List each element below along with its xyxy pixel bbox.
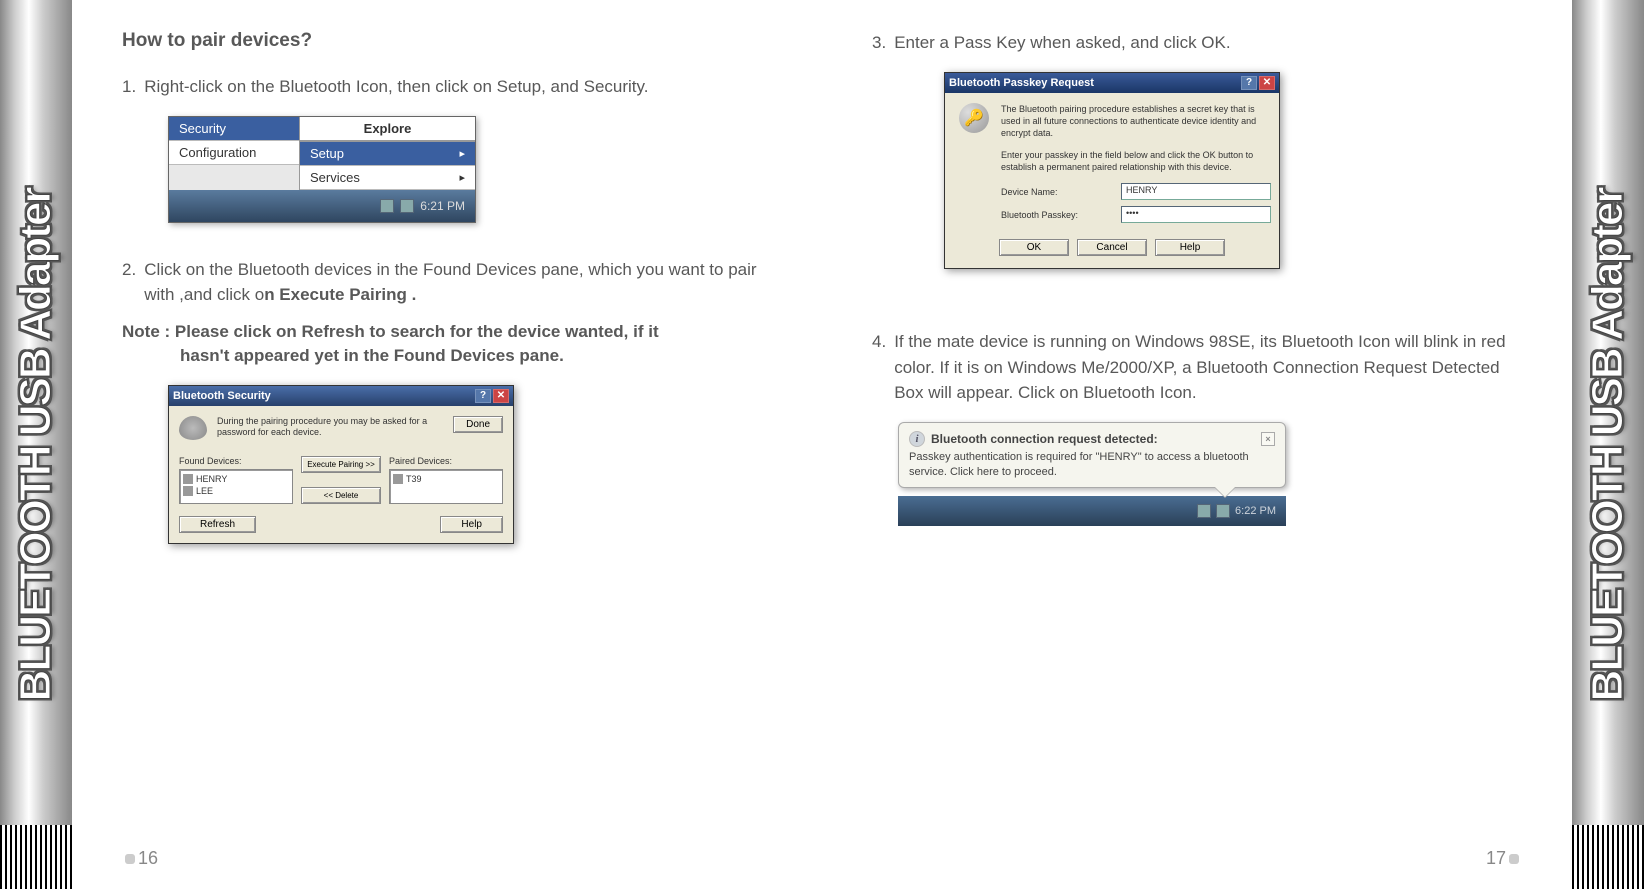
delete-button[interactable]: << Delete xyxy=(301,487,381,504)
balloon-tooltip[interactable]: i Bluetooth connection request detected:… xyxy=(898,422,1286,489)
paired-devices-label: Paired Devices: xyxy=(389,456,503,466)
step-text: Enter a Pass Key when asked, and click O… xyxy=(894,30,1522,56)
figure-tray-menu: Security Configuration Explore Setup Ser… xyxy=(168,116,772,223)
dialog-titlebar: Bluetooth Passkey Request ? ✕ xyxy=(945,73,1279,93)
step-text: Right-click on the Bluetooth Icon, then … xyxy=(144,74,772,100)
step-number: 3. xyxy=(872,30,886,56)
device-icon xyxy=(183,474,193,484)
side-title-left: BLUETOOTH USB Adapter xyxy=(11,188,61,701)
section-heading: How to pair devices? xyxy=(122,30,772,52)
note-line-1: Please click on Refresh to search for th… xyxy=(175,322,659,341)
step-3: 3. Enter a Pass Key when asked, and clic… xyxy=(872,30,1522,56)
tray-icon xyxy=(380,199,394,213)
help-button[interactable]: Help xyxy=(440,516,503,533)
step-2: 2. Click on the Bluetooth devices in the… xyxy=(122,257,772,308)
list-item[interactable]: HENRY xyxy=(183,473,289,485)
taskbar: 6:22 PM xyxy=(898,496,1286,526)
taskbar-clock: 6:22 PM xyxy=(1235,505,1276,517)
menu-item-setup[interactable]: Setup xyxy=(300,142,475,166)
note-label: Note : xyxy=(122,322,175,341)
titlebar-help-button[interactable]: ? xyxy=(475,389,491,403)
dialog-description: During the pairing procedure you may be … xyxy=(217,416,443,439)
note-line-2: hasn't appeared yet in the Found Devices… xyxy=(122,344,772,369)
balloon-heading: Bluetooth connection request detected: xyxy=(931,432,1158,446)
dialog-title: Bluetooth Passkey Request xyxy=(949,77,1094,89)
dialog-title: Bluetooth Security xyxy=(173,390,271,402)
passkey-label: Bluetooth Passkey: xyxy=(1001,210,1101,220)
taskbar-clock: 6:21 PM xyxy=(420,199,465,213)
page-number-left: 16 xyxy=(122,848,158,869)
step-4: 4. If the mate device is running on Wind… xyxy=(872,329,1522,406)
cancel-button[interactable]: Cancel xyxy=(1077,239,1147,256)
key-icon: 🔑 xyxy=(959,103,989,133)
step-number: 1. xyxy=(122,74,136,100)
left-decor-border: BLUETOOTH USB Adapter xyxy=(0,0,72,889)
step-text: If the mate device is running on Windows… xyxy=(894,329,1522,406)
menu-item-services[interactable]: Services xyxy=(300,166,475,190)
done-button[interactable]: Done xyxy=(453,416,503,433)
menu-item-security[interactable]: Security xyxy=(169,117,299,141)
tray-menu-screenshot: Security Configuration Explore Setup Ser… xyxy=(168,116,476,223)
list-item[interactable]: LEE xyxy=(183,485,289,497)
ok-button[interactable]: OK xyxy=(999,239,1069,256)
execute-pairing-button[interactable]: Execute Pairing >> xyxy=(301,456,381,473)
device-icon xyxy=(393,474,403,484)
page-right: 3. Enter a Pass Key when asked, and clic… xyxy=(822,0,1572,889)
page-bullet-icon xyxy=(1509,854,1519,864)
list-item[interactable]: T39 xyxy=(393,473,499,485)
menu-item-explore[interactable]: Explore xyxy=(300,117,475,142)
tray-bluetooth-icon[interactable] xyxy=(400,199,414,213)
balloon-body: Passkey authentication is required for "… xyxy=(909,450,1275,480)
dialog-titlebar: Bluetooth Security ? ✕ xyxy=(169,386,513,406)
taskbar: 6:21 PM xyxy=(169,190,475,222)
passkey-para-2: Enter your passkey in the field below an… xyxy=(1001,149,1271,173)
figure-passkey-dialog: Bluetooth Passkey Request ? ✕ 🔑 The Blue… xyxy=(918,72,1522,270)
menu-item-configuration[interactable]: Configuration xyxy=(169,141,299,165)
device-name-label: Device Name: xyxy=(1001,187,1101,197)
figure-bluetooth-security: Bluetooth Security ? ✕ During the pairin… xyxy=(168,385,772,544)
figure-balloon: i Bluetooth connection request detected:… xyxy=(898,422,1522,527)
device-name-input[interactable]: HENRY xyxy=(1121,183,1271,200)
content-area: How to pair devices? 1. Right-click on t… xyxy=(72,0,1572,889)
right-decor-border: BLUETOOTH USB Adapter xyxy=(1572,0,1644,889)
tray-bluetooth-icon[interactable] xyxy=(1216,504,1230,518)
side-title-right: BLUETOOTH USB Adapter xyxy=(1583,188,1633,701)
titlebar-close-button[interactable]: ✕ xyxy=(1259,76,1275,90)
found-devices-list[interactable]: HENRY LEE xyxy=(179,469,293,504)
found-devices-label: Found Devices: xyxy=(179,456,293,466)
help-button[interactable]: Help xyxy=(1155,239,1225,256)
titlebar-help-button[interactable]: ? xyxy=(1241,76,1257,90)
bluetooth-icon xyxy=(179,416,207,440)
page-number-right: 17 xyxy=(1486,848,1522,869)
passkey-input[interactable]: •••• xyxy=(1121,206,1271,223)
page-bullet-icon xyxy=(125,854,135,864)
page-left: How to pair devices? 1. Right-click on t… xyxy=(72,0,822,889)
step-number: 4. xyxy=(872,329,886,406)
step-number: 2. xyxy=(122,257,136,308)
titlebar-close-button[interactable]: ✕ xyxy=(493,389,509,403)
paired-devices-list[interactable]: T39 xyxy=(389,469,503,504)
passkey-dialog: Bluetooth Passkey Request ? ✕ 🔑 The Blue… xyxy=(944,72,1280,270)
info-icon: i xyxy=(909,431,925,447)
note-block: Note : Please click on Refresh to search… xyxy=(122,320,772,369)
step-text: Click on the Bluetooth devices in the Fo… xyxy=(144,257,772,308)
device-icon xyxy=(183,486,193,496)
balloon-close-button[interactable]: × xyxy=(1261,432,1275,446)
hatching-right xyxy=(1572,825,1644,889)
refresh-button[interactable]: Refresh xyxy=(179,516,256,533)
bluetooth-security-dialog: Bluetooth Security ? ✕ During the pairin… xyxy=(168,385,514,544)
tray-icon xyxy=(1197,504,1211,518)
passkey-para-1: The Bluetooth pairing procedure establis… xyxy=(1001,103,1271,139)
step-1: 1. Right-click on the Bluetooth Icon, th… xyxy=(122,74,772,100)
hatching-left xyxy=(0,825,72,889)
